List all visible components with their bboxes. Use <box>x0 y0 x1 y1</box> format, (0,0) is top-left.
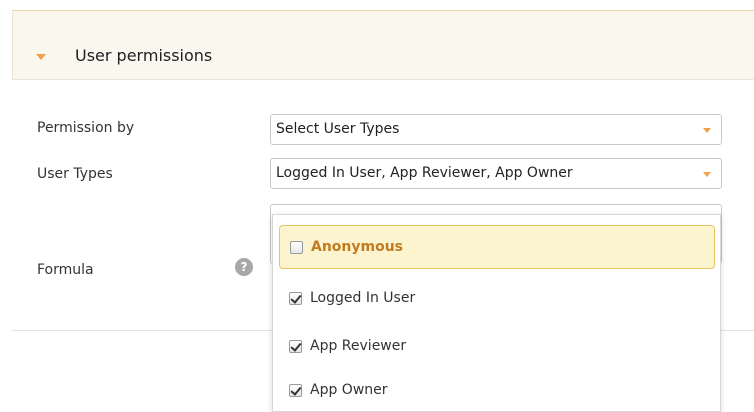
section-title: User permissions <box>75 46 213 65</box>
checkbox-anonymous[interactable] <box>290 240 303 254</box>
option-label: Logged In User <box>310 290 416 306</box>
caret-down-icon[interactable] <box>36 54 46 60</box>
permission-by-value: Select User Types <box>276 121 400 137</box>
checkbox-app-owner[interactable] <box>289 383 302 397</box>
user-types-value: Logged In User, App Reviewer, App Owner <box>276 165 573 181</box>
formula-label: Formula <box>37 262 94 278</box>
option-anonymous[interactable]: Anonymous <box>279 225 715 269</box>
option-app-reviewer[interactable]: App Reviewer <box>279 324 715 368</box>
section-header[interactable]: User permissions <box>12 10 754 80</box>
user-types-select[interactable]: Logged In User, App Reviewer, App Owner <box>270 158 722 189</box>
option-label: App Owner <box>310 382 388 398</box>
option-label: Anonymous <box>311 239 404 255</box>
chevron-down-icon[interactable] <box>703 172 711 177</box>
permission-by-select[interactable]: Select User Types <box>270 114 722 145</box>
permission-by-label: Permission by <box>37 120 135 136</box>
user-types-label: User Types <box>37 166 113 182</box>
checkbox-logged-in-user[interactable] <box>289 291 302 305</box>
user-types-dropdown: Anonymous Logged In User App Reviewer Ap… <box>272 214 721 412</box>
page: User permissions Permission by Select Us… <box>0 0 754 412</box>
help-icon[interactable]: ? <box>235 258 253 276</box>
checkbox-app-reviewer[interactable] <box>289 339 302 353</box>
option-app-owner[interactable]: App Owner <box>279 368 715 412</box>
chevron-down-icon[interactable] <box>703 128 711 133</box>
option-label: App Reviewer <box>310 338 407 354</box>
option-logged-in-user[interactable]: Logged In User <box>279 276 715 320</box>
